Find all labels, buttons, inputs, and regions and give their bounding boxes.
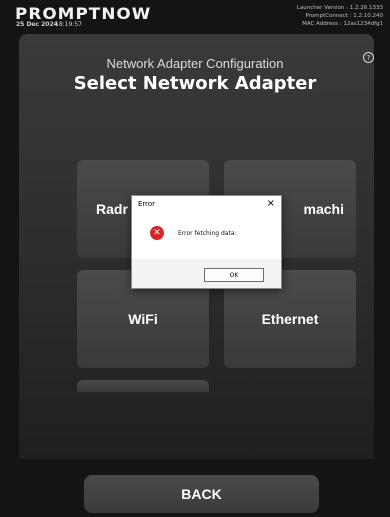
page-title: Select Network Adapter [73, 73, 317, 94]
promptconnect-version: PromptConnect : 1.2.10.240 [305, 13, 383, 19]
header-date: 25 Dec 2024 [16, 21, 58, 28]
launcher-version: Launcher Version : 1.2.26.1333 [296, 5, 383, 11]
adapter-tile-label: machi [303, 201, 344, 217]
dialog-titlebar[interactable]: Error × [132, 196, 281, 214]
adapter-tile-label: Ethernet [261, 311, 319, 327]
close-icon[interactable]: × [267, 198, 275, 210]
error-x-icon: ✕ [150, 226, 164, 240]
page-subtitle: Network Adapter Configuration [106, 56, 284, 71]
error-message: Error fetching data: [178, 230, 237, 237]
adapter-tile-partial[interactable] [77, 380, 209, 392]
dialog-title: Error [138, 200, 156, 208]
adapter-tile-label: WiFi [128, 311, 158, 327]
error-dialog: Error × ✕ Error fetching data: OK [131, 195, 282, 289]
version-info: Launcher Version : 1.2.26.1333 PromptCon… [297, 4, 383, 28]
header: PROMPTNOW 25 Dec 2024 18:19:57 Launcher … [0, 0, 390, 34]
mac-address: MAC Address : 12as1234dfg1 [302, 21, 383, 27]
ok-button[interactable]: OK [204, 268, 264, 282]
back-button[interactable]: BACK [84, 475, 319, 513]
header-time: 18:19:57 [55, 21, 82, 28]
adapter-tile-label: Radr [96, 201, 128, 217]
